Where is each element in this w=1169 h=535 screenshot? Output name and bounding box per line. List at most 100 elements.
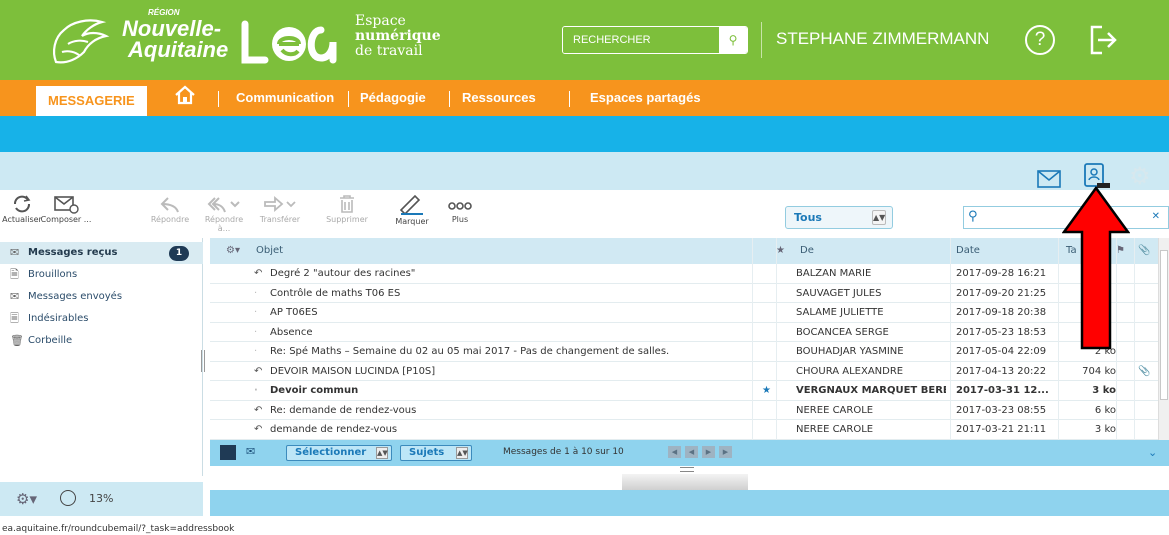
message-date: 2017-03-23 08:55: [956, 404, 1047, 416]
folder-label: Brouillons: [28, 269, 78, 280]
reply-all-button[interactable]: Répondre à...: [198, 194, 250, 233]
folder-junk[interactable]: 🗏 Indésirables: [0, 308, 203, 330]
table-row[interactable]: · AP T06ES SALAME JULIETTE 2017-09-18 20:38: [210, 303, 1158, 323]
lea-logo-icon: [241, 20, 337, 64]
filter-select[interactable]: Tous ▲▼: [785, 206, 893, 229]
mark-button[interactable]: Marquer: [392, 194, 432, 226]
next-page-icon[interactable]: ▶: [702, 446, 715, 458]
refresh-button[interactable]: Actualiser: [2, 194, 42, 224]
threads-toggle-icon[interactable]: ✉: [246, 445, 255, 458]
folder-drafts[interactable]: 🗎 Brouillons: [0, 264, 203, 286]
help-icon[interactable]: ?: [1025, 25, 1055, 55]
reply-button[interactable]: Répondre: [146, 194, 194, 224]
status-bar-url: ea.aquitaine.fr/roundcubemail/?_task=add…: [0, 524, 237, 534]
column-attachment-icon[interactable]: 📎: [1138, 238, 1150, 264]
replied-icon: ↶: [254, 268, 263, 279]
message-subject[interactable]: Re: Spé Maths – Semaine du 02 au 05 mai …: [270, 342, 750, 361]
more-button[interactable]: Plus: [440, 194, 480, 224]
unread-dot-icon: ·: [254, 287, 258, 299]
folder-list: ✉ Messages reçus 1 🗎 Brouillons ✉ Messag…: [0, 238, 203, 476]
tab-communication[interactable]: Communication: [236, 80, 334, 116]
mark-label: Marquer: [395, 217, 429, 226]
preview-resize-handle[interactable]: [680, 467, 694, 472]
home-icon[interactable]: [174, 84, 196, 120]
message-date: 2017-04-13 20:22: [956, 365, 1047, 377]
message-subject[interactable]: AP T06ES: [270, 303, 750, 322]
message-subject[interactable]: Absence: [270, 323, 750, 342]
column-flag-icon[interactable]: ★: [776, 238, 785, 264]
user-name[interactable]: STEPHANE ZIMMERMANN: [776, 28, 989, 50]
message-date: 2017-09-28 16:21: [956, 268, 1047, 279]
inbox-icon: ✉: [10, 246, 20, 259]
list-options-icon[interactable]: ⚙▾: [226, 238, 240, 264]
replied-icon: ↶: [254, 365, 263, 377]
list-menu-icon[interactable]: [220, 445, 236, 460]
previous-page-icon[interactable]: ◀: [685, 446, 698, 458]
folder-inbox[interactable]: ✉ Messages reçus 1: [0, 242, 203, 264]
column-subject[interactable]: Objet: [256, 238, 283, 264]
message-subject[interactable]: DEVOIR MAISON LUCINDA [P10S]: [270, 362, 750, 381]
search-icon[interactable]: ⚲: [719, 27, 747, 53]
compose-button[interactable]: Composer ...: [40, 194, 92, 224]
lea-logo[interactable]: [235, 14, 345, 70]
global-search-input[interactable]: RECHERCHER: [563, 27, 721, 53]
table-row[interactable]: · Contrôle de maths T06 ES SAUVAGET JULES 2…: [210, 284, 1158, 303]
last-page-icon[interactable]: ▶: [719, 446, 732, 458]
collapse-icon[interactable]: ⌄: [1148, 446, 1157, 459]
forward-button[interactable]: Transférer: [254, 194, 306, 224]
table-row[interactable]: ↶ demande de rendez-vous NEREE CAROLE 2017-…: [210, 420, 1158, 440]
tab-pedagogie[interactable]: Pédagogie: [360, 80, 426, 116]
global-search[interactable]: RECHERCHER ⚲: [562, 26, 748, 54]
message-from: BOCANCEA SERGE: [796, 326, 889, 338]
message-count: Messages de 1 à 10 sur 10: [503, 447, 624, 457]
first-page-icon[interactable]: ◀: [668, 446, 681, 458]
table-row[interactable]: · Re: Spé Maths – Semaine du 02 au 05 mai…: [210, 342, 1158, 362]
column-date[interactable]: Date: [956, 238, 980, 264]
region-logo[interactable]: RÉGION Nouvelle- Aquitaine: [48, 6, 228, 72]
preview-background-image: [622, 474, 748, 490]
table-row[interactable]: ↶ Re: demande de rendez-vous NEREE CAROLE 2…: [210, 401, 1158, 420]
message-date: 2017-03-21 21:11: [956, 424, 1047, 435]
message-list-scrollbar[interactable]: [1158, 238, 1169, 440]
table-row[interactable]: · Absence BOCANCEA SERGE 2017-05-23 18:53: [210, 323, 1158, 342]
replied-icon: ↶: [254, 424, 263, 435]
message-subject[interactable]: Re: demande de rendez-vous: [270, 401, 750, 420]
folder-trash[interactable]: 🗑 Corbeille: [0, 330, 203, 352]
table-row[interactable]: ↶ Degré 2 "autour des racines" BALZAN MARI…: [210, 264, 1158, 284]
select-dropdown[interactable]: Sélectionner ▲▼: [286, 445, 392, 461]
filter-value: Tous: [794, 211, 822, 224]
more-label: Plus: [451, 215, 469, 224]
tab-ressources[interactable]: Ressources: [462, 80, 536, 116]
reply-all-icon: [207, 197, 240, 213]
unread-badge: 1: [169, 246, 189, 261]
lea-tagline-1: Espace: [355, 13, 406, 29]
column-from[interactable]: De: [800, 238, 814, 264]
table-row[interactable]: ↶ DEVOIR MAISON LUCINDA [P10S] CHOURA ALEX…: [210, 362, 1158, 381]
clear-search-icon[interactable]: ✕: [1152, 211, 1160, 222]
flag-star-icon[interactable]: ★: [762, 381, 782, 400]
unread-dot-icon: ·: [254, 385, 258, 396]
logout-icon[interactable]: [1088, 24, 1118, 56]
threads-dropdown[interactable]: Sujets ▲▼: [400, 445, 472, 461]
settings-gear-icon[interactable]: ⚙: [1129, 162, 1151, 190]
message-subject[interactable]: demande de rendez-vous: [270, 420, 750, 439]
folder-sent[interactable]: ✉ Messages envoyés: [0, 286, 203, 308]
tab-messagerie[interactable]: MESSAGERIE: [36, 86, 147, 116]
refresh-icon: [14, 195, 31, 213]
forward-icon: [264, 196, 296, 212]
scrollbar-thumb[interactable]: [1160, 250, 1168, 400]
message-subject[interactable]: Degré 2 "autour des racines": [270, 264, 750, 283]
table-row[interactable]: · Devoir commun ★ VERGNAUX MARQUET BERE... 2…: [210, 381, 1158, 401]
message-date: 2017-09-20 21:25: [956, 287, 1047, 299]
delete-button[interactable]: Supprimer: [324, 194, 370, 224]
nav-separator: [348, 91, 349, 107]
region-name-line2: Aquitaine: [128, 37, 229, 62]
blue-band: [0, 116, 1169, 152]
mail-icon[interactable]: [1037, 170, 1061, 191]
folder-settings-icon[interactable]: ⚙▾: [16, 490, 37, 508]
panel-splitter[interactable]: [201, 350, 205, 372]
message-subject[interactable]: Contrôle de maths T06 ES: [270, 284, 750, 303]
tab-espaces-partages[interactable]: Espaces partagés: [590, 80, 701, 116]
message-subject[interactable]: Devoir commun: [270, 381, 750, 400]
quota-value: 13%: [89, 492, 114, 505]
